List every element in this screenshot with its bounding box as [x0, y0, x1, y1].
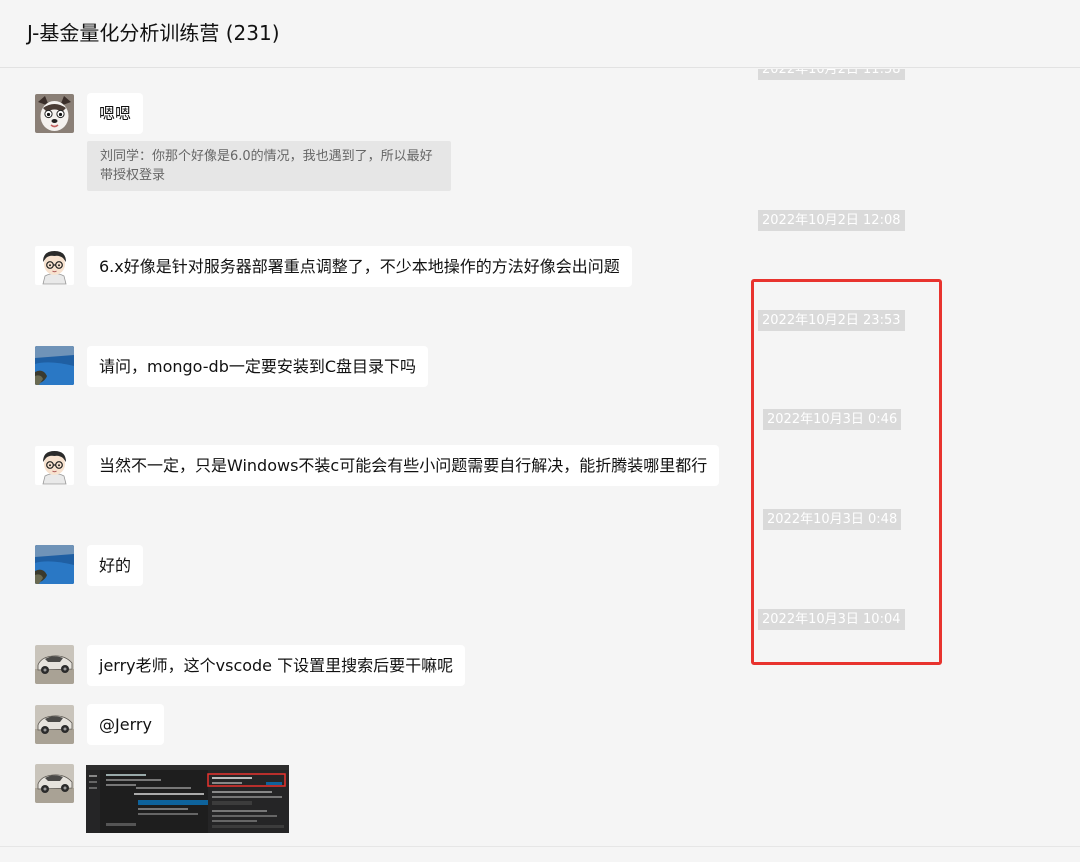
message-bubble[interactable]: @Jerry	[87, 704, 164, 745]
car-photo-avatar[interactable]	[35, 645, 74, 684]
blue-lake-avatar[interactable]	[35, 346, 74, 385]
highlight-annotation-box	[751, 279, 942, 665]
husky-dog-avatar[interactable]	[35, 94, 74, 133]
chat-header: J-基金量化分析训练营 (231)	[0, 0, 1080, 68]
message-bubble[interactable]: 请问，mongo-db一定要安装到C盘目录下吗	[87, 346, 429, 387]
group-title: J-基金量化分析训练营 (231)	[27, 21, 280, 45]
cartoon-boy-glasses-avatar[interactable]	[35, 446, 74, 485]
timestamp: 2022年10月2日 12:08	[758, 210, 905, 231]
cartoon-boy-glasses-avatar[interactable]	[35, 246, 74, 285]
divider	[0, 846, 1080, 847]
timestamp: 2022年10月2日 11:58	[758, 69, 905, 80]
message-bubble[interactable]: 好的	[87, 545, 144, 586]
blue-lake-avatar[interactable]	[35, 545, 74, 584]
vscode-settings-screenshot[interactable]	[86, 765, 289, 833]
car-photo-avatar[interactable]	[35, 764, 74, 803]
quoted-reply[interactable]: 刘同学：你那个好像是6.0的情况，我也遇到了，所以最好带授权登录	[87, 141, 451, 191]
message-bubble[interactable]: 当然不一定，只是Windows不装c可能会有些小问题需要自行解决，能折腾装哪里都…	[87, 445, 720, 486]
message-bubble[interactable]: 6.x好像是针对服务器部署重点调整了，不少本地操作的方法好像会出问题	[87, 246, 632, 287]
message-bubble[interactable]: 嗯嗯	[87, 93, 144, 134]
car-photo-avatar[interactable]	[35, 705, 74, 744]
message-bubble[interactable]: jerry老师，这个vscode 下设置里搜索后要干嘛呢	[87, 645, 466, 686]
